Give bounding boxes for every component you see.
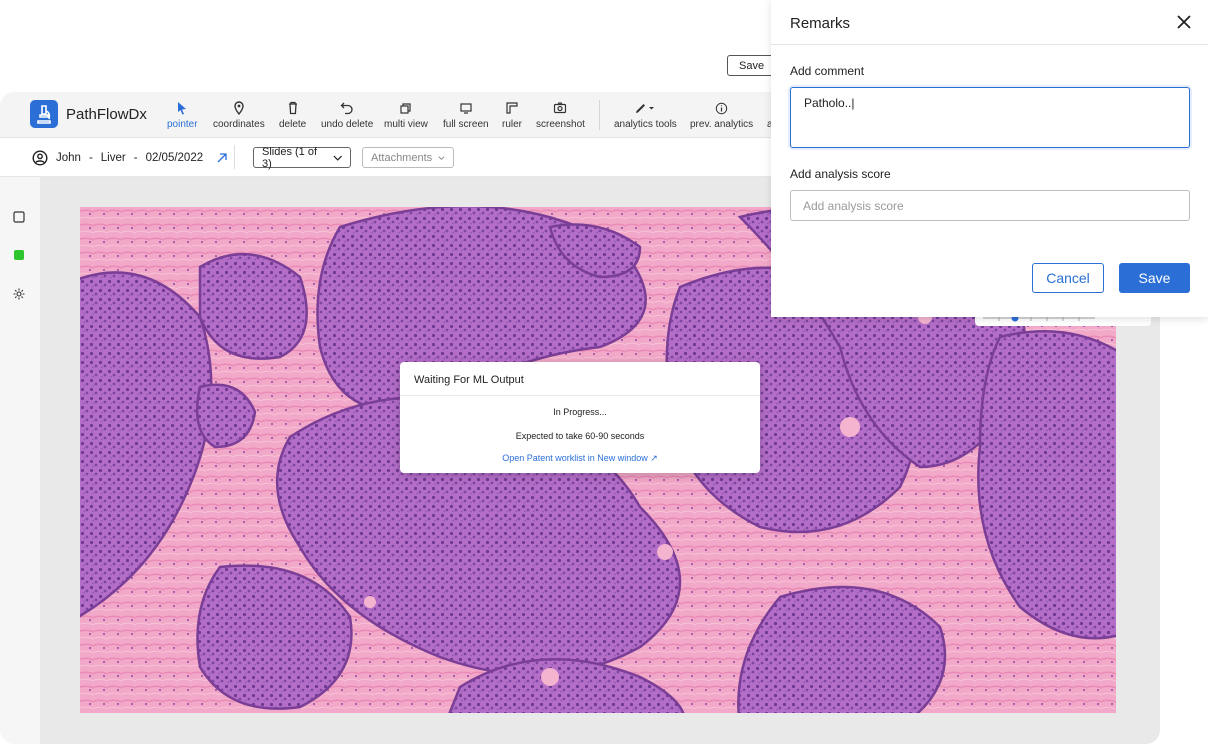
external-link-arrow-icon[interactable] [215,151,229,165]
trash-icon [287,100,299,116]
attachments-label: Attachments [371,151,433,164]
settings-button[interactable] [12,287,26,301]
color-swatch[interactable] [12,248,26,262]
save-top-label: Save [739,59,765,72]
undo-delete-tool[interactable]: undo delete [321,100,373,130]
tool-label: undo delete [321,119,374,130]
pin-icon [233,100,245,116]
ml-output-dialog: Waiting For ML Output In Progress... Exp… [400,362,760,473]
cancel-button[interactable]: Cancel [1032,263,1104,293]
save-button[interactable]: Save [1119,263,1190,293]
toolbar-divider [599,100,600,130]
comment-label: Add comment [790,64,865,78]
tool-label: delete [279,119,307,130]
left-sidebar [0,177,40,744]
tool-label: screenshot [536,119,585,130]
coordinates-tool[interactable]: coordinates [213,100,265,130]
app-name: PathFlowDx [66,106,147,123]
multi-view-icon [399,100,413,116]
remarks-title: Remarks [790,15,851,32]
tool-label: analytics tools [614,119,677,130]
ruler-tool[interactable]: ruler [502,100,522,130]
tool-label: full screen [443,119,489,130]
remarks-header: Remarks [771,0,1208,45]
analysis-score-input[interactable] [790,190,1190,221]
tool-label: multi view [384,119,428,130]
gear-icon [13,288,25,300]
patient-name: John [56,152,81,164]
slides-label: Slides (1 of 3) [262,145,318,170]
slides-dropdown[interactable]: Slides (1 of 3) [253,145,351,170]
delete-tool[interactable]: delete [279,100,306,130]
green-square-icon [14,250,24,260]
prev-analytics-tool[interactable]: prev. analytics [690,100,753,130]
patient-organ: Liver [100,152,126,164]
subbar-divider [234,145,235,169]
tool-label: pointer [167,119,198,130]
chevron-down-icon [333,155,342,161]
pen-icon [634,100,656,116]
square-outline-icon [13,211,25,223]
info-icon [715,100,728,116]
full-screen-icon [459,100,473,116]
tool-label: coordinates [213,119,265,130]
tool-label: ruler [502,119,523,130]
square-tool[interactable] [12,210,26,224]
user-circle-icon [32,150,48,166]
microscope-logo-icon [30,100,58,128]
analytics-tools-menu[interactable]: analytics tools [614,100,677,130]
ml-status-text: In Progress... [553,407,607,417]
pointer-tool[interactable]: pointer [167,100,198,130]
comment-textarea[interactable]: Patholo..| [790,87,1190,148]
open-worklist-link[interactable]: Open Patent worklist in New window ↗ [400,453,760,464]
separator: - [133,152,138,164]
separator: - [88,152,93,164]
undo-icon [340,100,354,116]
patient-date: 02/05/2022 [145,152,204,164]
camera-icon [553,100,567,116]
ml-dialog-title: Waiting For ML Output [400,362,760,396]
close-icon[interactable] [1175,13,1193,31]
multi-view-tool[interactable]: multi view [384,100,428,130]
score-label: Add analysis score [790,167,891,181]
save-top-button[interactable]: Save [727,55,777,76]
full-screen-tool[interactable]: full screen [443,100,489,130]
ml-eta-text: Expected to take 60-90 seconds [515,431,645,441]
screenshot-tool[interactable]: screenshot [536,100,585,130]
pointer-icon [176,100,188,116]
chevron-down-icon [438,155,445,160]
tool-label: prev. analytics [690,119,754,130]
patient-info: John - Liver - 02/05/2022 [32,150,229,166]
attachments-dropdown[interactable]: Attachments [362,147,454,168]
ruler-icon [505,100,519,116]
